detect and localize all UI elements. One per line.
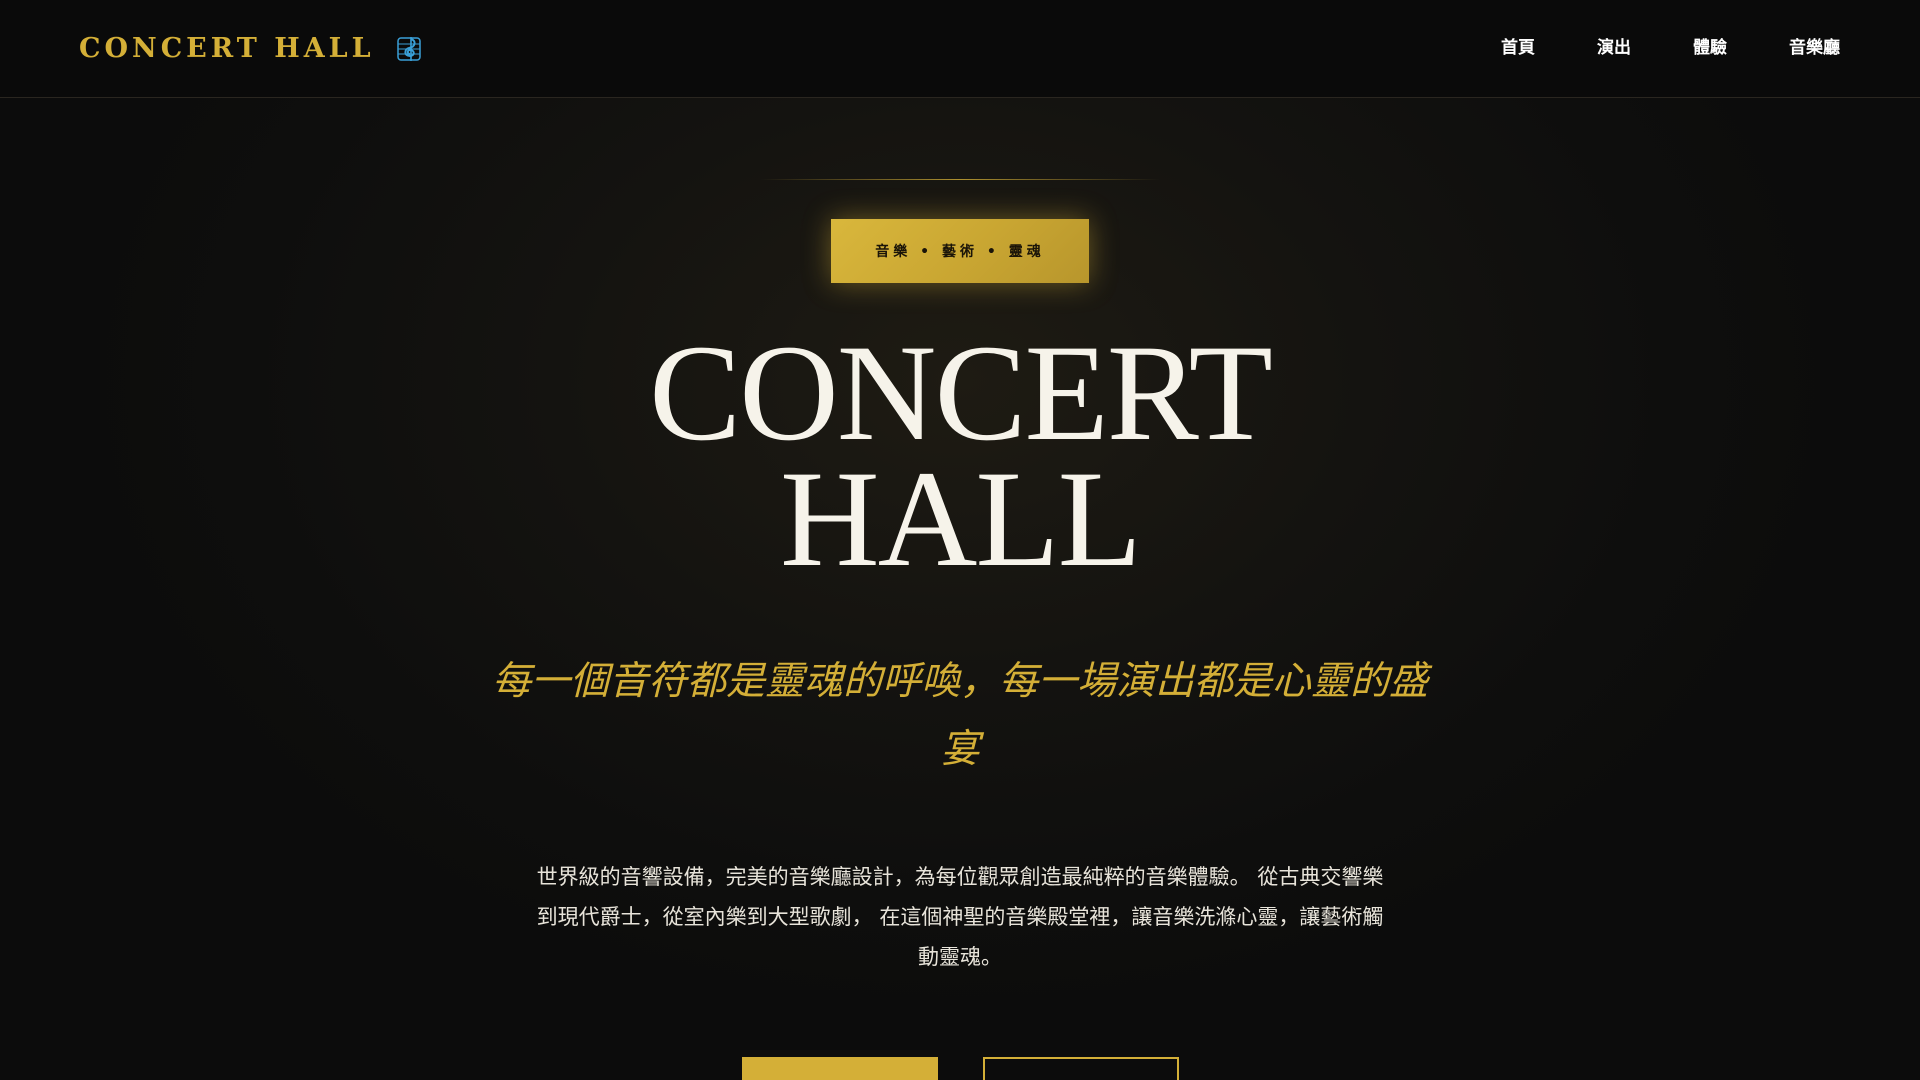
hero-description: 世界級的音響設備，完美的音樂廳設計，為每位觀眾創造最純粹的音樂體驗。 從古典交響… [536, 865, 1384, 969]
primary-cta-button[interactable] [742, 1057, 938, 1080]
hero-divider [760, 179, 1160, 180]
brand-name: CONCERT HALL [79, 33, 375, 64]
music-note-icon [396, 35, 425, 63]
nav-item-concert-hall[interactable]: 音樂廳 [1789, 36, 1840, 60]
tagline-text: 音樂 • 藝術 • 靈魂 [875, 244, 1045, 260]
nav-item-home[interactable]: 首頁 [1501, 36, 1535, 60]
secondary-cta-button[interactable] [983, 1057, 1179, 1080]
main-nav: 首頁 演出 體驗 音樂廳 [1439, 36, 1840, 60]
hero-subtitle: 每一個音符都是靈魂的呼喚，每一場演出都是心靈的盛宴 [491, 659, 1428, 772]
navbar: CONCERT HALL 首頁 演出 體驗 音樂廳 [0, 0, 1920, 98]
hero-title: CONCERT HALL [460, 316, 1460, 595]
hero-title-line-1: CONCERT [649, 316, 1273, 469]
nav-item-performances[interactable]: 演出 [1597, 36, 1631, 60]
hero-title-line-2: HALL [780, 442, 1142, 595]
nav-item-experience[interactable]: 體驗 [1693, 36, 1727, 60]
brand-logo[interactable]: CONCERT HALL [79, 31, 425, 67]
tagline-badge: 音樂 • 藝術 • 靈魂 [831, 219, 1089, 283]
